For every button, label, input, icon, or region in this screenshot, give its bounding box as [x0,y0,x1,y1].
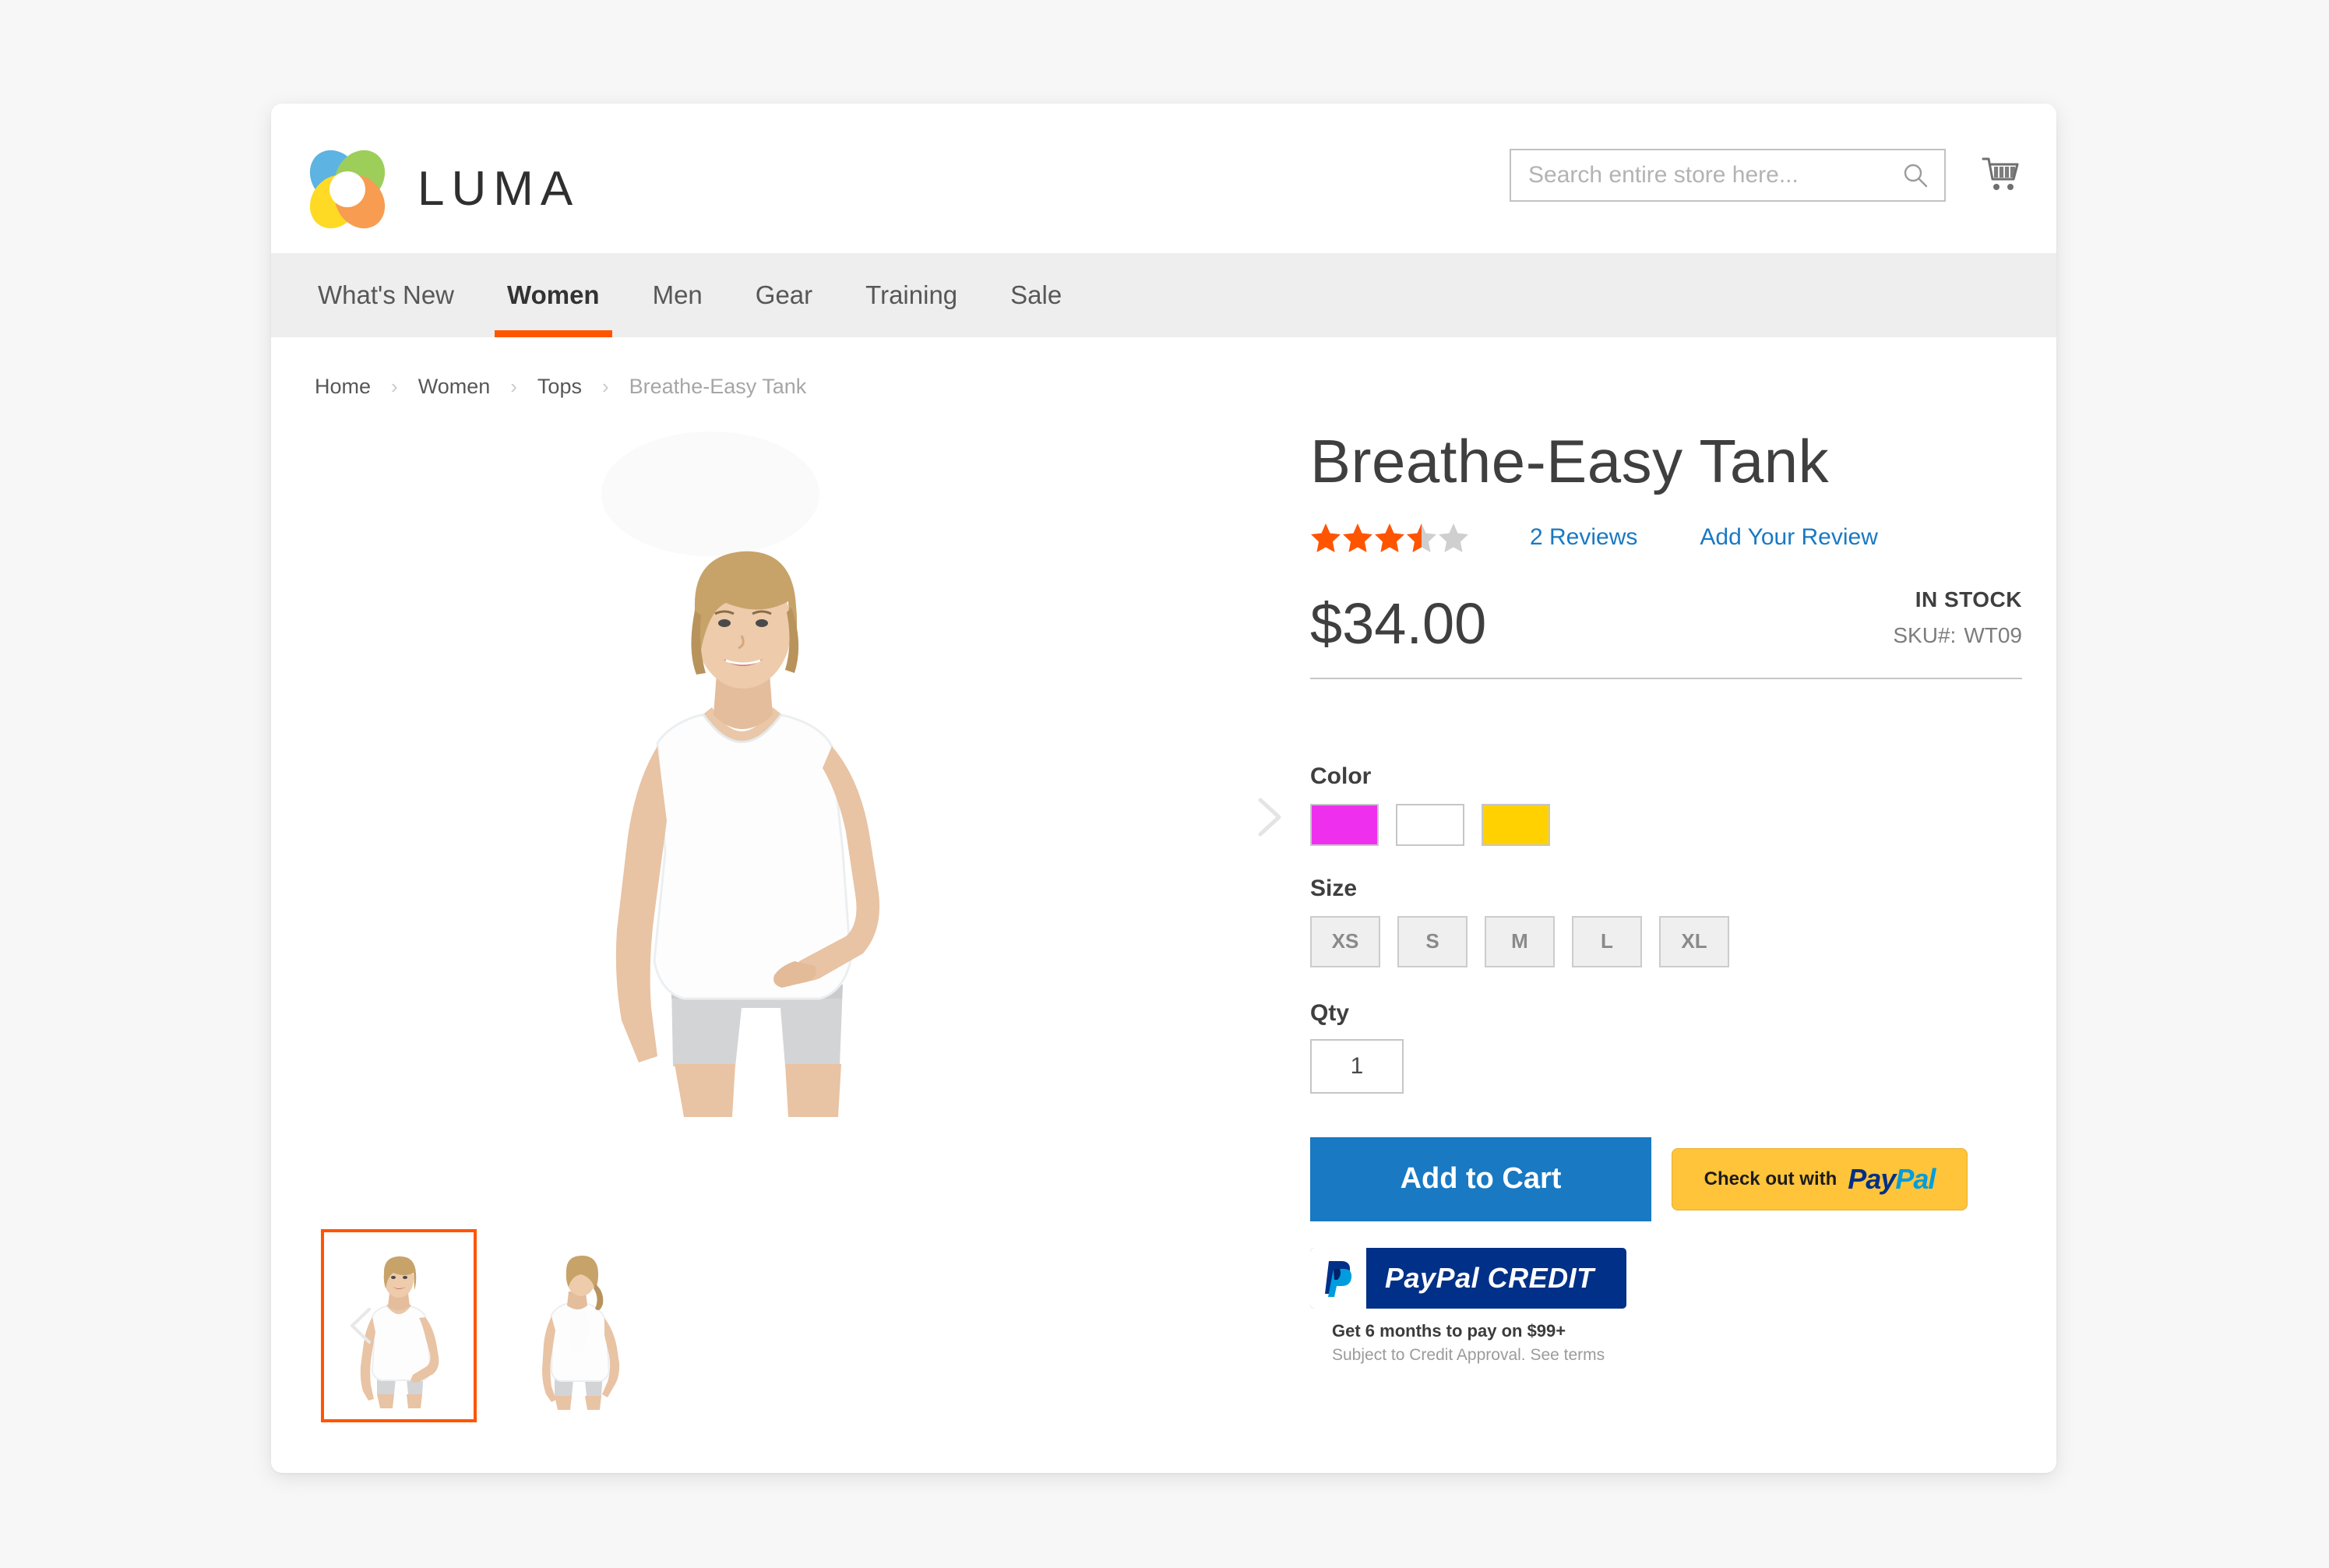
action-row: Add to Cart Check out with PayPal [1310,1136,2022,1221]
breadcrumb-item-current: Breathe-Easy Tank [629,375,807,398]
nav-item-sale[interactable]: Sale [984,253,1088,337]
price-row: $34.00 IN STOCK SKU#: WT09 [1310,587,2022,679]
color-label: Color [1310,763,1372,789]
rating-row: 2 Reviews Add Your Review [1310,522,2022,553]
search-box[interactable] [1510,149,1946,202]
color-swatch-yellow[interactable] [1482,803,1550,846]
paypal-word-pay: Pay [1848,1162,1896,1195]
breadcrumb-separator: › [510,375,517,398]
nav-item-whats-new[interactable]: What's New [301,253,481,337]
product-options: Color Size XS S M L XL Qty 1 Add to Cart… [1310,763,2022,1365]
paypal-checkout-label: Check out with [1704,1168,1837,1189]
paypal-checkout-button[interactable]: Check out with PayPal [1672,1147,1968,1210]
paypal-credit-word1: PayPal [1385,1261,1488,1294]
product-layout: Breathe-Easy Tank 2 Reviews Add Your Rev… [305,416,2022,1422]
credit-terms-text[interactable]: Subject to Credit Approval. See terms [1332,1346,2022,1365]
status-badge: IN STOCK [1915,587,2022,611]
nav-label: Training [865,280,958,309]
nav-label: What's New [318,280,455,309]
product-gallery [305,416,1310,1422]
star-rating-icon[interactable] [1310,522,1474,553]
sku-line: SKU#: WT09 [1893,623,2022,648]
color-swatch-white[interactable] [1396,803,1464,846]
chevron-right-icon[interactable] [1237,786,1299,848]
breadcrumb-separator: › [601,375,609,398]
product-info: Breathe-Easy Tank 2 Reviews Add Your Rev… [1310,416,2022,1422]
nav-item-men[interactable]: Men [626,253,729,337]
paypal-credit-button[interactable]: PayPal CREDIT [1310,1247,1626,1309]
reviews-count-link[interactable]: 2 Reviews [1530,524,1637,551]
breadcrumb-separator: › [391,375,398,398]
size-option-list: XS S M L XL [1310,915,2022,967]
nav-label: Women [507,280,600,309]
header-actions [1510,149,2022,202]
sku-label: SKU#: [1893,622,1957,647]
sku-value: WT09 [1964,622,2022,647]
luma-logo-icon [301,143,394,236]
breadcrumb-item-women[interactable]: Women [418,375,491,399]
size-option-xs[interactable]: XS [1310,915,1380,967]
size-option-l[interactable]: L [1572,915,1642,967]
page-body: Home › Women › Tops › Breathe-Easy Tank [271,337,2056,1422]
add-review-link[interactable]: Add Your Review [1700,524,1878,551]
size-option-s[interactable]: S [1397,915,1468,967]
nav-label: Sale [1010,280,1062,309]
page-canvas: LUMA Search entire store here... What's … [0,0,2329,1568]
nav-label: Men [652,280,703,309]
breadcrumb: Home › Women › Tops › Breathe-Easy Tank [305,337,2022,416]
paypal-word-pal: Pal [1895,1162,1936,1195]
size-option-m[interactable]: M [1485,915,1555,967]
paypal-credit-label: PayPal CREDIT [1385,1262,1594,1295]
site-header: LUMA [271,104,2056,253]
size-option-xl[interactable]: XL [1659,915,1729,967]
credit-offer-text: Get 6 months to pay on $99+ [1332,1320,1566,1341]
size-label: Size [1310,875,1358,901]
qty-label: Qty [1310,999,1350,1026]
chevron-left-icon[interactable] [335,1298,389,1353]
search-input[interactable] [1511,150,1944,200]
paypal-p-icon [1310,1247,1366,1309]
color-swatch-purple[interactable] [1310,803,1379,846]
breadcrumb-item-home[interactable]: Home [315,375,371,399]
brand-name: LUMA [418,162,580,216]
brand-logo[interactable]: LUMA [301,143,580,236]
color-swatch-list [1310,803,2022,846]
credit-terms: Get 6 months to pay on $99+ Subject to C… [1310,1321,2022,1365]
paypal-credit-word2: CREDIT [1487,1261,1594,1294]
thumbnail-back[interactable] [500,1229,656,1422]
nav-label: Gear [755,280,813,309]
page-title: Breathe-Easy Tank [1310,427,1830,495]
thumbnail-list [305,1229,1310,1422]
paypal-wordmark: PayPal [1848,1162,1936,1196]
quantity-stepper[interactable] [1310,1038,1404,1094]
product-price: $34.00 [1310,590,1487,656]
add-to-cart-button[interactable]: Add to Cart [1310,1136,1651,1221]
shopping-cart-icon[interactable] [1978,153,2022,197]
nav-item-women[interactable]: Women [481,253,626,337]
paypal-credit-block: PayPal CREDIT Get 6 months to pay on $99… [1310,1247,2022,1365]
breadcrumb-item-tops[interactable]: Tops [537,375,582,399]
site-card: LUMA Search entire store here... What's … [271,104,2056,1473]
nav-item-training[interactable]: Training [839,253,984,337]
search-icon[interactable] [1902,162,1929,189]
nav-item-gear[interactable]: Gear [729,253,839,337]
main-navigation: What's New Women Men Gear Training Sale [271,253,2056,337]
stock-block: IN STOCK SKU#: WT09 [1893,587,2022,653]
main-product-image[interactable] [305,416,1310,1218]
